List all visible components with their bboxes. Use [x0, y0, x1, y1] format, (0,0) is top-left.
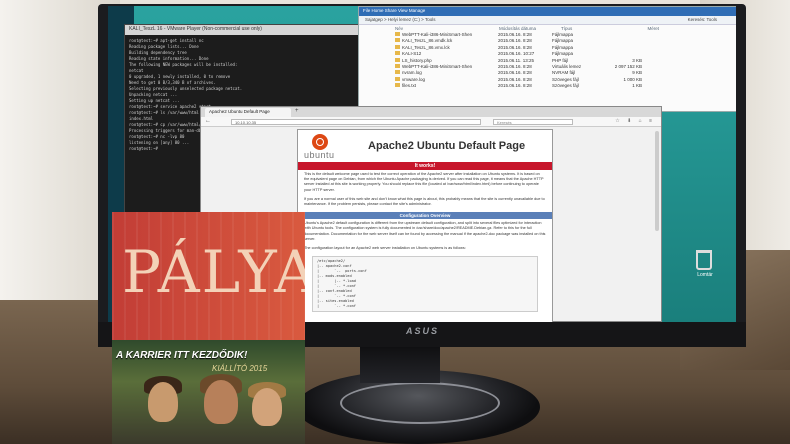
folder-icon [395, 64, 400, 69]
file-type: Szöveges fájl [552, 83, 579, 89]
notice-paragraph: If you are a normal user of this web sit… [304, 196, 545, 207]
file-explorer-window[interactable]: File Home Share View Manage Sajatgep > H… [358, 6, 736, 112]
monitor-stand-neck [360, 347, 440, 383]
folder-icon [395, 76, 400, 81]
folder-icon [395, 38, 400, 43]
folder-icon [395, 70, 400, 75]
recycle-bin-label: Lomtár [697, 272, 713, 278]
browser-tab-strip: Apache2 Ubuntu Default Page + [201, 107, 661, 117]
file-row[interactable]: files.txt 2015.06.16. 8:28 Szöveges fájl 1 … [359, 83, 736, 89]
config-overview-banner: Configuration Overview [298, 212, 552, 220]
folder-icon [395, 57, 400, 62]
photo-scene: Lomtár KALI_TeszL 16 - VMware Player (No… [0, 0, 790, 444]
column-size[interactable]: Méret [619, 26, 659, 31]
brochure: PÁLYA A KARRIER ITT KEZDŐDIK! KIÁLLÍTÓ 2… [112, 212, 305, 444]
intro-paragraph: This is the default welcome page used to… [304, 172, 544, 192]
explorer-ribbon[interactable]: File Home Share View Manage [359, 7, 736, 16]
folder-icon [395, 44, 400, 49]
file-name: files.txt [402, 83, 417, 89]
explorer-file-list: WebPTT-Kali-i386-MiniSmart-Shen 2015.06.1… [359, 32, 736, 90]
person-face [148, 382, 178, 422]
explorer-column-headers: Név Módosítás dátuma Típus Méret [359, 25, 736, 32]
it-works-banner: It works! [298, 162, 552, 170]
url-bar[interactable]: 10.10.10.35 [231, 119, 481, 125]
monitor-brand-logo: ASUS [406, 326, 440, 336]
folder-icon [395, 83, 400, 88]
monitor-stand-ring [340, 382, 500, 424]
recycle-bin-icon[interactable]: Lomtár [692, 246, 716, 278]
brochure-subtitle: KIÁLLÍTÓ 2015 [212, 364, 268, 373]
browser-tab[interactable]: Apache2 Ubuntu Default Page [205, 108, 291, 117]
browser-scrollbar[interactable] [655, 131, 659, 231]
brochure-title: PÁLYA [122, 238, 305, 306]
explorer-search[interactable]: Keresés: Tools [688, 17, 717, 22]
person-face [252, 388, 282, 426]
column-type[interactable]: Típus [561, 26, 611, 31]
ubuntu-logo-icon [312, 134, 328, 150]
file-size: 1 KB [632, 83, 642, 89]
brochure-banner: A KARRIER ITT KEZDŐDIK! [116, 350, 248, 361]
new-tab-button[interactable]: + [295, 108, 299, 114]
folder-icon [395, 32, 400, 36]
config-paragraph: Ubuntu's Apache2 default configuration i… [304, 221, 546, 241]
recycle-bin-can-icon [696, 250, 712, 270]
column-date[interactable]: Módosítás dátuma [499, 26, 553, 31]
column-name[interactable]: Név [395, 26, 491, 31]
page-title: Apache2 Ubuntu Default Page [368, 140, 526, 152]
layout-paragraph: The configuration layout for an Apache2 … [304, 246, 466, 251]
terminal-title: KALI_TeszL 16 - VMware Player (Non-comme… [125, 25, 395, 35]
page-header: ubuntu Apache2 Ubuntu Default Page [298, 130, 552, 162]
toolbar-icons[interactable]: ☆ ⬇ ⌂ ≡ [615, 118, 655, 124]
config-tree-code: /etc/apache2/ |-- apache2.conf | `-- por… [312, 256, 538, 313]
ubuntu-wordmark: ubuntu [304, 150, 335, 160]
file-date: 2015.06.16. 8:28 [498, 83, 532, 89]
explorer-address: Sajatgep > Helyi lemez (C:) > Tools [365, 17, 436, 22]
browser-search-box[interactable]: Keresés [493, 119, 573, 125]
folder-icon [395, 51, 400, 56]
browser-toolbar: ← 10.10.10.35 Keresés ☆ ⬇ ⌂ ≡ [201, 117, 661, 127]
explorer-address-bar[interactable]: Sajatgep > Helyi lemez (C:) > Tools Kere… [359, 16, 736, 25]
apache-default-page: ubuntu Apache2 Ubuntu Default Page It wo… [297, 129, 553, 322]
back-arrow-icon[interactable]: ← [205, 118, 211, 124]
person-face [204, 380, 238, 424]
